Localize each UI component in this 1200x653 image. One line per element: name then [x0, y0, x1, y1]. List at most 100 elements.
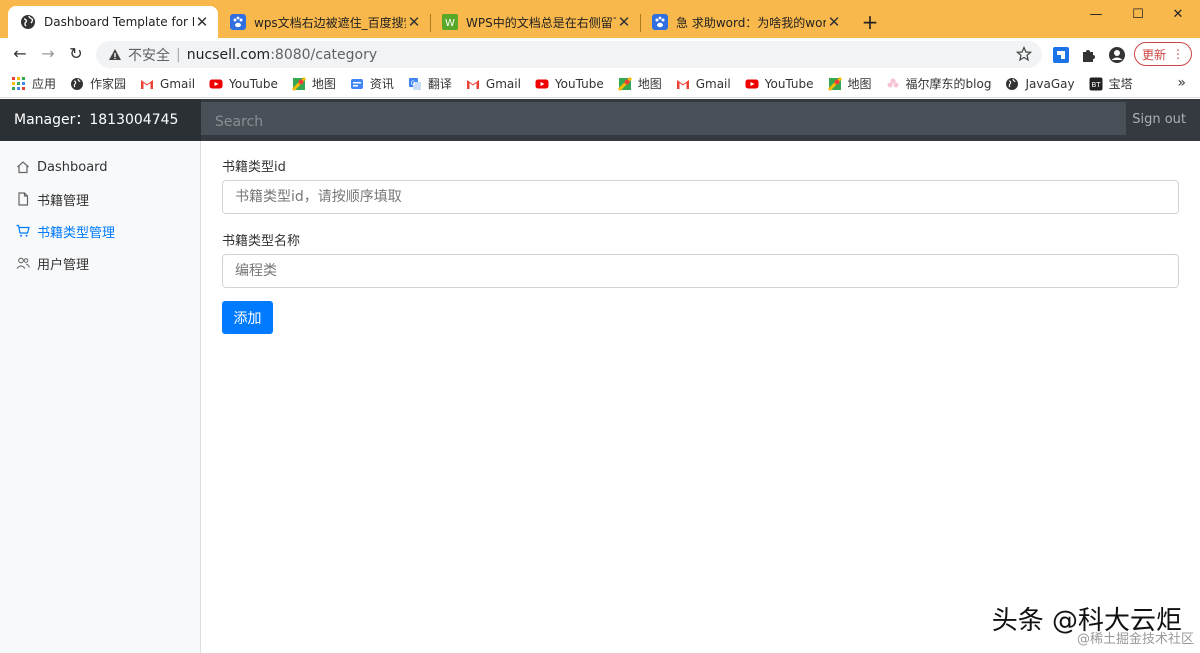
tab-word-help[interactable]: 急 求助word：为啥我的word打开 ✕ — [640, 6, 850, 38]
youtube-icon — [745, 77, 759, 91]
insecure-label: 不安全 — [128, 47, 170, 64]
bookmark-star-icon[interactable] — [1016, 46, 1032, 62]
bookmark-item[interactable]: JavaGay — [1005, 76, 1075, 91]
bookmark-item[interactable]: 资讯 — [350, 75, 394, 92]
bt-icon: BT — [1089, 77, 1103, 91]
svg-text:W: W — [445, 18, 455, 29]
category-id-label: 书籍类型id — [222, 160, 286, 175]
maps-icon — [291, 76, 306, 91]
tab-title: Dashboard Template for Bootstrap — [44, 15, 194, 29]
bookmark-item[interactable]: G 翻译 — [408, 75, 452, 92]
puzzle-icon[interactable] — [1080, 46, 1098, 64]
extension-translate-icon[interactable] — [1052, 46, 1070, 64]
warning-icon — [109, 48, 121, 60]
tab-dashboard[interactable]: Dashboard Template for Bootstrap ✕ — [8, 6, 218, 38]
sidebar-item-dashboard[interactable]: Dashboard — [0, 151, 200, 183]
svg-text:BT: BT — [1091, 81, 1101, 89]
tab-wps-search[interactable]: wps文档右边被遮住_百度搜索 ✕ — [218, 6, 430, 38]
profile-icon[interactable] — [1108, 46, 1126, 64]
update-label: 更新 — [1141, 47, 1166, 62]
bookmark-label: Gmail — [485, 76, 521, 91]
bookmark-item[interactable]: 应用 — [12, 75, 56, 92]
maximize-icon[interactable]: ☐ — [1118, 4, 1158, 26]
bookmarks-bar: 应用 作家园 Gmail YouTube 地图 资讯 G 翻译 Gmail YouTube 地图 Gm… — [0, 70, 1200, 98]
bookmark-label: 翻译 — [427, 77, 452, 91]
sidebar-item-label: 用户管理 — [37, 257, 90, 273]
youtube-icon — [535, 77, 549, 91]
new-tab-button[interactable]: + — [858, 10, 882, 34]
gmail-icon — [140, 77, 154, 91]
bookmark-item[interactable]: Gmail — [676, 77, 731, 91]
close-icon[interactable]: ✕ — [616, 13, 632, 31]
gmail-icon — [676, 77, 690, 91]
category-id-input[interactable] — [222, 180, 1179, 214]
bookmark-label: 地图 — [311, 77, 336, 91]
bookmark-item[interactable]: 作家园 — [70, 75, 126, 92]
bookmark-label: 福尔摩东的blog — [905, 77, 992, 91]
close-icon[interactable]: ✕ — [826, 13, 842, 31]
address-bar[interactable]: 不安全 | nucsell.com :8080/category — [96, 41, 1042, 68]
bookmark-label: YouTube — [764, 76, 814, 91]
bookmark-label: 应用 — [32, 77, 57, 91]
blossom-icon — [886, 77, 900, 91]
address-host: nucsell.com — [186, 46, 271, 63]
bookmark-item[interactable]: YouTube — [535, 77, 604, 91]
bookmark-item[interactable]: BT 宝塔 — [1089, 75, 1133, 92]
bookmark-label: YouTube — [554, 76, 604, 91]
bookmark-label: 宝塔 — [1108, 77, 1133, 91]
close-icon[interactable]: ✕ — [406, 13, 422, 31]
bookmark-item[interactable]: YouTube — [745, 77, 814, 91]
bookmark-item[interactable]: 地图 — [827, 75, 872, 92]
close-icon[interactable]: ✕ — [194, 13, 210, 31]
browser-tabstrip: Dashboard Template for Bootstrap ✕ wps文档… — [0, 0, 1200, 38]
back-icon[interactable]: ← — [8, 42, 32, 66]
news-icon — [350, 77, 364, 91]
browser-toolbar: ← → ↻ 不安全 | nucsell.com :8080/category — [0, 38, 1200, 70]
translate-icon: G — [408, 77, 422, 91]
close-window-icon[interactable]: ✕ — [1158, 4, 1198, 26]
bookmark-label: 地图 — [637, 77, 662, 91]
sidebar-item-book-categories[interactable]: 书籍类型管理 — [0, 215, 200, 247]
globe-icon — [20, 14, 36, 30]
bookmark-item[interactable]: 地图 — [617, 75, 662, 92]
bookmark-item[interactable]: Gmail — [140, 77, 195, 91]
bookmark-label: 资讯 — [369, 77, 394, 91]
bookmark-label: YouTube — [229, 76, 278, 91]
add-button[interactable]: 添加 — [222, 301, 273, 334]
bookmark-item[interactable]: YouTube — [209, 77, 278, 91]
category-name-input[interactable] — [222, 254, 1179, 288]
sidebar-item-users[interactable]: 用户管理 — [0, 247, 200, 279]
gmail-icon — [466, 77, 480, 91]
wps-icon: W — [442, 14, 458, 30]
bookmark-item[interactable]: 地图 — [291, 75, 336, 92]
bookmark-item[interactable]: 福尔摩东的blog — [886, 75, 992, 92]
bookmark-label: 作家园 — [90, 77, 127, 91]
sidebar-item-books[interactable]: 书籍管理 — [0, 183, 200, 215]
sign-out-link[interactable]: Sign out — [1132, 99, 1186, 141]
tab-wps-blank[interactable]: W WPS中的文档总是在右侧留下空白 ✕ — [430, 6, 640, 38]
svg-text:G: G — [411, 80, 416, 87]
tab-title: WPS中的文档总是在右侧留下空白 — [466, 15, 616, 30]
bookmark-label: JavaGay — [1025, 76, 1075, 91]
sidebar-item-label: 书籍类型管理 — [37, 225, 116, 241]
bookmark-item[interactable]: Gmail — [466, 77, 521, 91]
sidebar-item-label: 书籍管理 — [37, 193, 90, 209]
users-icon — [16, 256, 30, 270]
maps-icon — [827, 76, 842, 91]
bookmark-label: Gmail — [160, 76, 196, 91]
maps-icon — [617, 76, 632, 91]
reload-icon[interactable]: ↻ — [64, 42, 88, 66]
bookmark-label: Gmail — [695, 76, 731, 91]
file-icon — [16, 192, 30, 206]
search-input[interactable] — [201, 102, 1126, 135]
baidu-paw-icon — [652, 14, 668, 30]
forward-icon[interactable]: → — [36, 42, 60, 66]
minimize-icon[interactable]: — — [1076, 4, 1116, 26]
update-button[interactable]: 更新 ⋮ — [1134, 42, 1192, 66]
watermark-sub: @稀土掘金技术社区 — [1076, 632, 1194, 647]
tab-title: wps文档右边被遮住_百度搜索 — [254, 15, 406, 30]
home-icon — [16, 160, 30, 174]
apps-grid-icon — [12, 76, 26, 91]
category-name-label: 书籍类型名称 — [222, 234, 301, 249]
bookmarks-overflow-icon[interactable]: » — [1177, 75, 1186, 91]
